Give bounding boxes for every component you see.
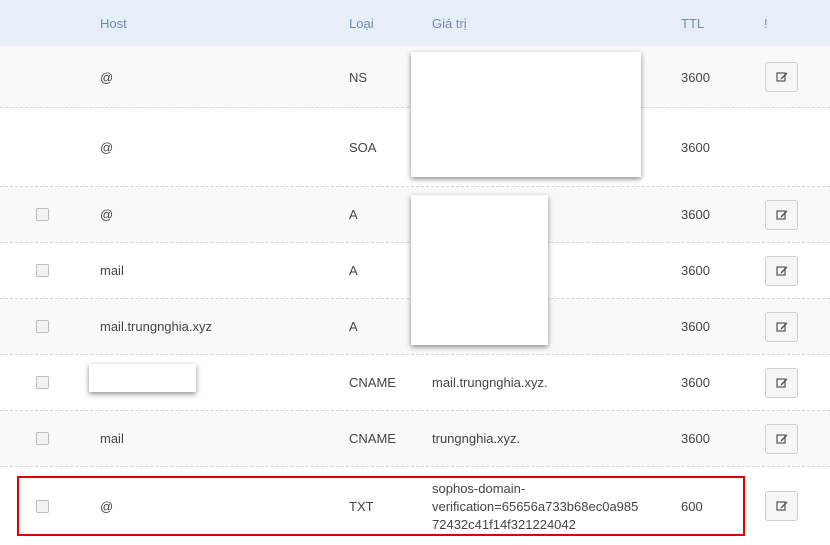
table-row: mail CNAME trungnghia.xyz. 3600 xyxy=(0,411,830,467)
header-type[interactable]: Loại xyxy=(349,16,374,31)
edit-icon xyxy=(775,210,787,220)
header-ttl[interactable]: TTL xyxy=(681,16,704,31)
ttl-cell: 3600 xyxy=(681,319,710,334)
host-cell: mail xyxy=(100,431,124,446)
type-cell: A xyxy=(349,263,358,278)
header-value[interactable]: Giá trị xyxy=(432,16,467,31)
checkbox-icon[interactable] xyxy=(36,376,49,389)
type-cell: A xyxy=(349,207,358,222)
type-cell: CNAME xyxy=(349,431,396,446)
edit-button[interactable] xyxy=(765,62,798,92)
edit-icon xyxy=(775,266,787,276)
value-cell: trungnghia.xyz. xyxy=(432,431,521,446)
edit-icon xyxy=(775,72,787,82)
edit-button[interactable] xyxy=(765,312,798,342)
edit-icon xyxy=(775,322,787,332)
ttl-cell: 3600 xyxy=(681,431,710,446)
edit-button[interactable] xyxy=(765,368,798,398)
host-cell: @ xyxy=(100,140,114,155)
checkbox-icon[interactable] xyxy=(36,208,49,221)
edit-button[interactable] xyxy=(765,200,798,230)
edit-button[interactable] xyxy=(765,424,798,454)
ttl-cell: 3600 xyxy=(681,140,710,155)
redaction-box xyxy=(89,364,196,392)
redaction-box xyxy=(411,195,548,345)
header-action: ! xyxy=(764,16,768,31)
checkbox-icon[interactable] xyxy=(36,264,49,277)
type-cell: A xyxy=(349,319,358,334)
host-cell: @ xyxy=(100,207,114,222)
host-cell: @ xyxy=(100,70,114,85)
edit-icon xyxy=(775,434,787,444)
highlight-box xyxy=(17,476,745,536)
host-cell: mail.trungnghia.xyz xyxy=(100,319,212,334)
host-cell: mail xyxy=(100,263,124,278)
edit-button[interactable] xyxy=(765,256,798,286)
redaction-box xyxy=(411,52,641,177)
type-cell: NS xyxy=(349,70,368,85)
ttl-cell: 3600 xyxy=(681,207,710,222)
checkbox-icon[interactable] xyxy=(36,432,49,445)
value-cell: mail.trungnghia.xyz. xyxy=(432,375,548,390)
header-host[interactable]: Host xyxy=(100,16,127,31)
edit-button[interactable] xyxy=(765,491,798,521)
checkbox-icon[interactable] xyxy=(36,320,49,333)
table-header: Host Loại Giá trị TTL ! xyxy=(0,0,830,46)
edit-icon xyxy=(775,501,787,511)
ttl-cell: 3600 xyxy=(681,70,710,85)
ttl-cell: 3600 xyxy=(681,375,710,390)
ttl-cell: 3600 xyxy=(681,263,710,278)
type-cell: SOA xyxy=(349,140,377,155)
type-cell: CNAME xyxy=(349,375,396,390)
edit-icon xyxy=(775,378,787,388)
